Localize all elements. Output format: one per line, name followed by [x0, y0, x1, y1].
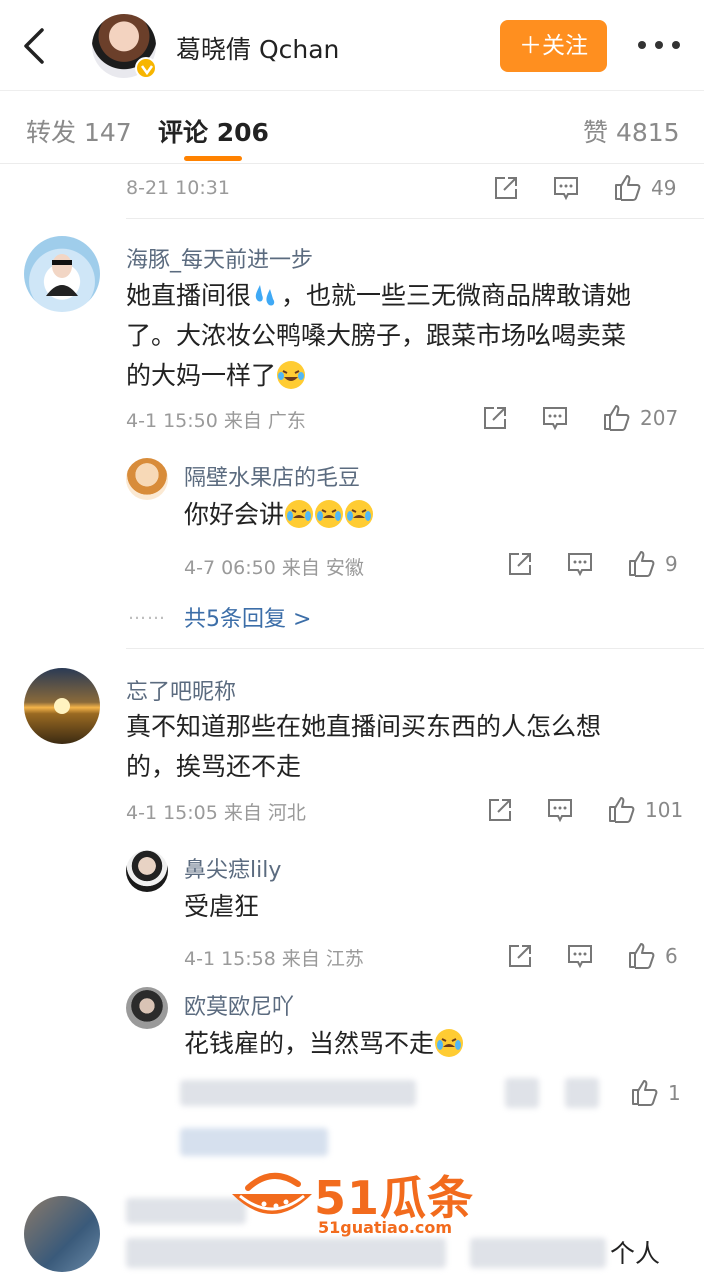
watermark-url: 51guatiao.com [318, 1218, 453, 1237]
comment-icon[interactable] [542, 405, 568, 431]
follow-button[interactable]: ＋关注 [500, 20, 607, 72]
tab-repost[interactable]: 转发 147 [26, 113, 132, 149]
view-more-replies-link[interactable]: 共5条回复 > [184, 601, 311, 633]
tab-comments[interactable]: 评论 206 [158, 113, 269, 149]
comment-meta: 4-1 15:50 来自 广东 [126, 410, 306, 432]
comment-text: 她直播间很 ，也就一些三无微商品牌敢请她 了。大浓妆公鸭嗓大膀子，跟菜市场吆喝卖菜… [126, 281, 632, 390]
comment-username[interactable]: 忘了吧昵称 [126, 674, 236, 706]
crying-emoji-icon [315, 500, 344, 528]
tab-bar: 转发 147 评论 206 赞 4815 [0, 90, 704, 164]
verified-badge-icon [135, 57, 157, 79]
blurred-icon [565, 1078, 599, 1108]
laughing-tears-emoji-icon [277, 361, 306, 389]
reply-text: 受虐狂 [184, 892, 260, 921]
sweat-emoji-icon [252, 281, 280, 309]
reply-username[interactable]: 欧莫欧尼吖 [184, 989, 294, 1021]
reply-text: 你好会讲 [184, 495, 374, 535]
comment-meta: 4-1 15:05 来自 河北 [126, 802, 306, 824]
reply-username[interactable]: 隔壁水果店的毛豆 [184, 460, 360, 492]
more-options-icon[interactable] [638, 38, 680, 52]
crying-emoji-icon [285, 500, 314, 528]
like-icon[interactable] [613, 173, 641, 201]
profile-name[interactable]: 葛晓倩 Qchan [176, 30, 339, 66]
repost-icon[interactable] [507, 551, 533, 577]
user-avatar[interactable] [24, 236, 100, 312]
watermelon-logo-icon [232, 1173, 312, 1214]
blurred-comment-text [470, 1238, 606, 1268]
crying-emoji-icon [435, 1029, 464, 1057]
comment-icon[interactable] [567, 943, 593, 969]
crying-emoji-icon [345, 500, 374, 528]
divider [126, 218, 704, 219]
comment-icon[interactable] [547, 797, 573, 823]
active-tab-indicator [184, 156, 242, 161]
like-icon[interactable] [602, 403, 630, 431]
user-avatar[interactable] [24, 1196, 100, 1272]
reply-username[interactable]: 鼻尖痣lily [184, 852, 281, 884]
replies-dots: …… [128, 603, 166, 624]
comment-icon[interactable] [567, 551, 593, 577]
repost-icon[interactable] [487, 797, 513, 823]
like-count: 49 [651, 176, 677, 200]
like-count: 1 [668, 1081, 681, 1105]
reply-meta: 4-7 06:50 来自 安徽 [184, 557, 364, 579]
top-bar: 葛晓倩 Qchan ＋关注 [0, 0, 704, 90]
like-count: 6 [665, 944, 678, 968]
like-icon[interactable] [607, 795, 635, 823]
comment-username[interactable]: 海豚_每天前进一步 [126, 242, 313, 274]
like-count: 207 [640, 406, 679, 430]
repost-icon[interactable] [507, 943, 533, 969]
reply-user-avatar[interactable] [126, 850, 168, 892]
reply-user-avatar[interactable] [126, 458, 168, 500]
comment-text: 真不知道那些在她直播间买东西的人怎么想 的，挨骂还不走 [126, 712, 602, 781]
divider [126, 648, 704, 649]
like-count: 9 [665, 552, 678, 576]
reply-text: 花钱雇的，当然骂不走 [184, 1024, 464, 1064]
site-watermark: 51瓜条 51guatiao.com [228, 1160, 478, 1246]
comment-text-tail: 个人 [610, 1239, 661, 1268]
comment-time: 8-21 10:31 [126, 177, 230, 199]
comment-icon[interactable] [553, 175, 579, 201]
like-count: 101 [645, 798, 684, 822]
like-icon[interactable] [627, 941, 655, 969]
blurred-icon [505, 1078, 539, 1108]
like-icon[interactable] [627, 549, 655, 577]
blurred-more-replies [180, 1128, 328, 1156]
repost-icon[interactable] [493, 175, 519, 201]
back-arrow-icon[interactable] [18, 26, 50, 66]
reply-user-avatar[interactable] [126, 987, 168, 1029]
blurred-meta [180, 1080, 416, 1106]
user-avatar[interactable] [24, 668, 100, 744]
repost-icon[interactable] [482, 405, 508, 431]
like-icon[interactable] [630, 1078, 658, 1106]
reply-meta: 4-1 15:58 来自 江苏 [184, 948, 364, 970]
tab-likes[interactable]: 赞 4815 [583, 113, 680, 149]
